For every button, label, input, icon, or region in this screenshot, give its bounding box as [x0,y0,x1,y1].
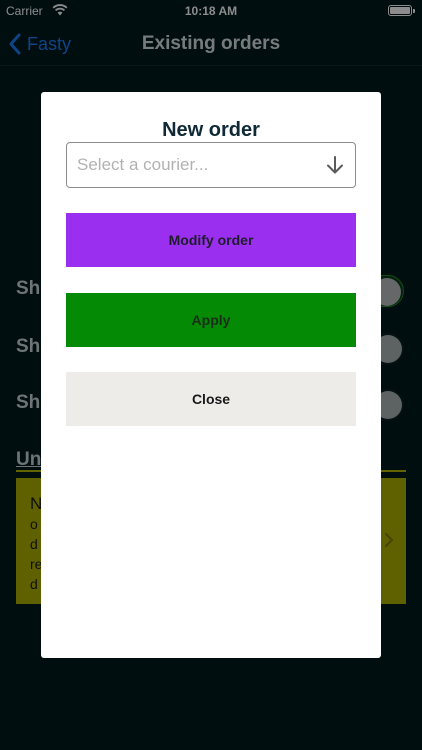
courier-select-placeholder: Select a courier... [77,155,209,174]
close-button[interactable]: Close [66,372,356,426]
modal-title: New order [162,119,260,141]
courier-select[interactable]: Select a courier... [66,142,356,188]
modify-order-button[interactable]: Modify order [66,213,356,267]
arrow-down-icon [327,156,343,174]
new-order-modal: New order Select a courier... Modify ord… [41,92,381,658]
apply-button[interactable]: Apply [66,293,356,347]
